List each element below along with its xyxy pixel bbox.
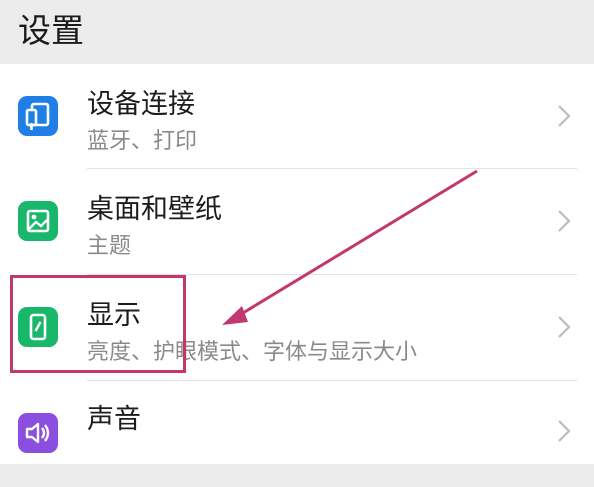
wallpaper-icon [18, 201, 58, 241]
device-connection-icon [18, 96, 58, 136]
page-title: 设置 [18, 11, 84, 50]
settings-item-subtitle: 主题 [87, 234, 132, 259]
settings-item-wallpaper[interactable]: 桌面和壁纸 主题 [0, 169, 594, 275]
settings-item-subtitle: 蓝牙、打印 [87, 129, 198, 154]
highlight-box [10, 275, 186, 373]
settings-item-device-connection[interactable]: 设备连接 蓝牙、打印 [0, 64, 594, 170]
chevron-right-icon [558, 420, 571, 442]
settings-item-label: 声音 [87, 404, 141, 435]
settings-item-label: 桌面和壁纸 [87, 194, 222, 225]
header: 设置 [0, 0, 594, 64]
chevron-right-icon [558, 210, 571, 232]
sound-icon [18, 413, 58, 453]
settings-item-sound[interactable]: 声音 [0, 381, 594, 487]
chevron-right-icon [558, 105, 571, 127]
settings-item-label: 设备连接 [87, 89, 195, 120]
chevron-right-icon [558, 316, 571, 338]
